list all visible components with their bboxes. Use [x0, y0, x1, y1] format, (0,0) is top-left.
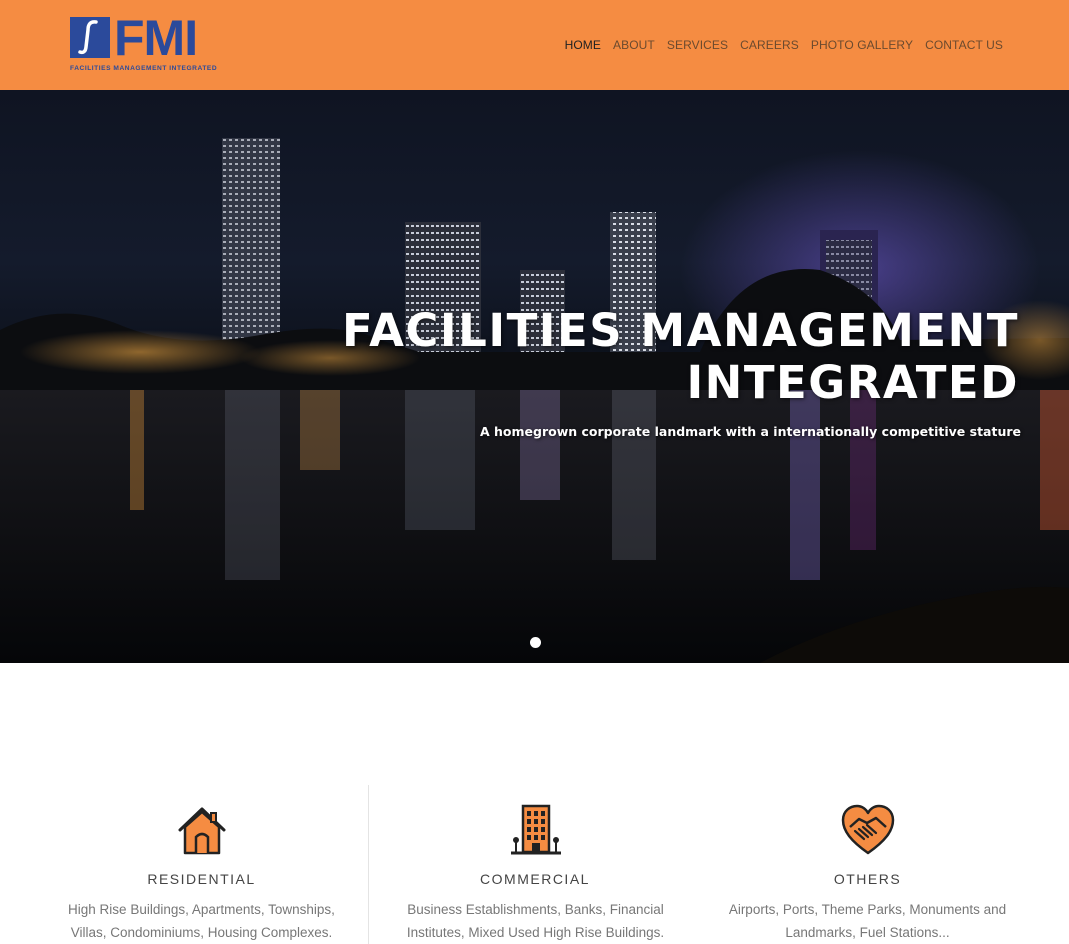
house-icon	[175, 803, 229, 857]
building-icon	[509, 803, 563, 857]
nav-contact-us[interactable]: CONTACT US	[919, 38, 1009, 52]
nav-careers[interactable]: CAREERS	[734, 38, 805, 52]
service-description: Airports, Ports, Theme Parks, Monuments …	[728, 902, 1007, 940]
service-title: OTHERS	[833, 871, 902, 887]
service-title: RESIDENTIAL	[147, 871, 256, 887]
service-description: Business Establishments, Banks, Financia…	[406, 902, 665, 940]
nav-about[interactable]: ABOUT	[607, 38, 661, 52]
hero-title-line2: INTEGRATED	[686, 356, 1019, 409]
logo-wordmark: FMI	[114, 10, 198, 66]
services-section: RESIDENTIAL High Rise Buildings, Apartme…	[35, 785, 1035, 944]
nav-photo-gallery[interactable]: PHOTO GALLERY	[805, 38, 919, 52]
service-residential: RESIDENTIAL High Rise Buildings, Apartme…	[35, 785, 368, 944]
slider-dot[interactable]	[530, 637, 541, 648]
service-description: High Rise Buildings, Apartments, Townshi…	[68, 902, 335, 940]
logo-tagline: FACILITIES MANAGEMENT INTEGRATED	[70, 65, 218, 72]
service-others: OTHERS Airports, Ports, Theme Parks, Mon…	[701, 785, 1034, 944]
hero-slider: FACILITIES MANAGEMENT INTEGRATED A homeg…	[0, 90, 1069, 663]
logo-mark-icon	[70, 17, 110, 58]
handshake-heart-icon	[841, 803, 895, 857]
hero-title: FACILITIES MANAGEMENT INTEGRATED	[342, 305, 1019, 409]
site-header: FMI FACILITIES MANAGEMENT INTEGRATED HOM…	[0, 0, 1069, 90]
service-title: COMMERCIAL	[480, 871, 590, 887]
nav-home[interactable]: HOME	[559, 38, 607, 52]
nav-services[interactable]: SERVICES	[661, 38, 734, 52]
hero-subtitle: A homegrown corporate landmark with a in…	[479, 424, 1021, 439]
fmi-logo[interactable]: FMI FACILITIES MANAGEMENT INTEGRATED	[70, 13, 235, 75]
main-nav: HOME ABOUT SERVICES CAREERS PHOTO GALLER…	[559, 38, 1009, 52]
service-commercial: COMMERCIAL Business Establishments, Bank…	[368, 785, 701, 944]
hero-title-line1: FACILITIES MANAGEMENT	[342, 304, 1019, 357]
